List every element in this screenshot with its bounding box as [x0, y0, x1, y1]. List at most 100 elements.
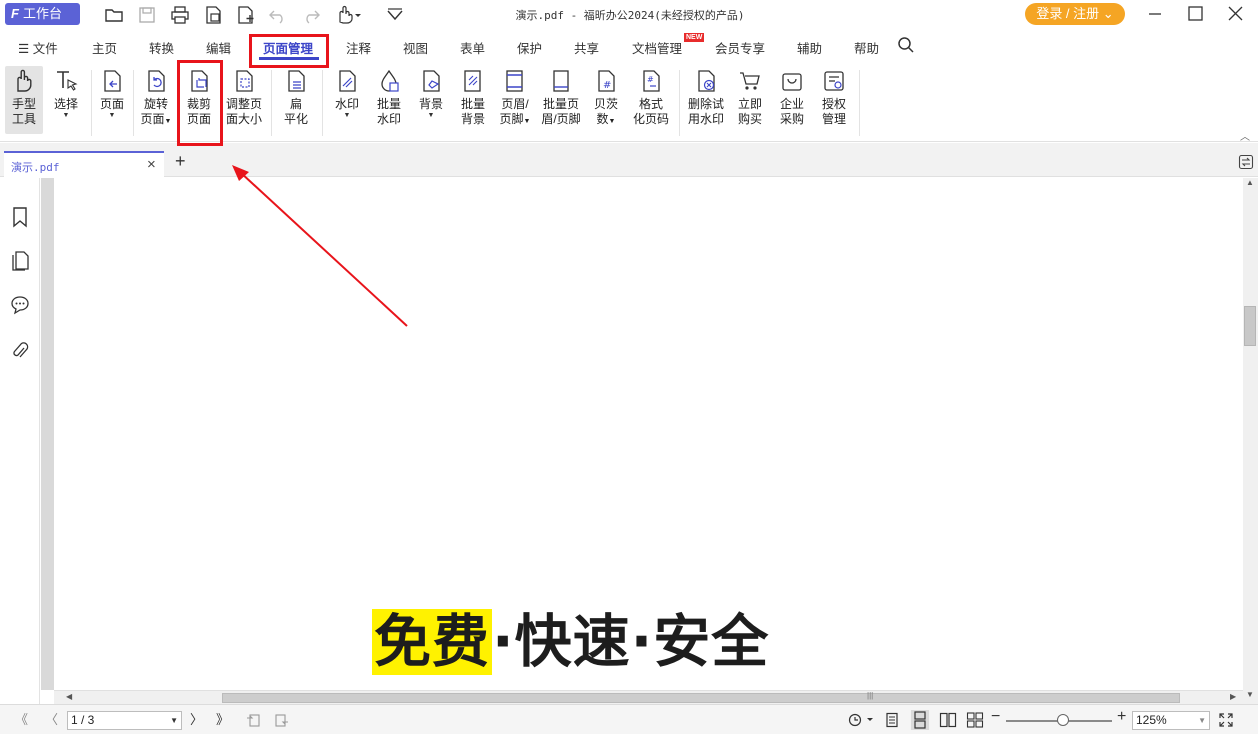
fullscreen-icon[interactable]: [1218, 712, 1234, 728]
license-management-button[interactable]: 授权 管理: [818, 68, 850, 127]
tab-form[interactable]: 表单: [460, 38, 485, 57]
remove-trial-label-2: 用水印: [687, 112, 724, 126]
format-page-numbers-label-2: 化页码: [632, 112, 669, 126]
close-window-icon[interactable]: [1225, 4, 1247, 24]
watermark-button[interactable]: 水印 ▼: [331, 68, 363, 120]
search-icon[interactable]: [897, 36, 915, 54]
tab-share[interactable]: 共享: [574, 38, 599, 57]
next-page-icon[interactable]: 〉: [190, 713, 203, 727]
zoom-out-icon[interactable]: −: [991, 709, 1000, 725]
tab-comment[interactable]: 注释: [346, 38, 371, 57]
horizontal-scroll-thumb[interactable]: |||: [222, 691, 1180, 703]
license-icon: [824, 71, 844, 91]
open-folder-icon[interactable]: [103, 5, 125, 25]
foxit-logo-icon: F: [11, 6, 19, 21]
rotate-page-button[interactable]: 旋转 页面▼: [138, 68, 174, 129]
last-page-icon[interactable]: 》: [216, 713, 229, 727]
first-page-icon[interactable]: 《: [15, 713, 28, 727]
next-view-icon[interactable]: [272, 712, 290, 728]
attachment-icon[interactable]: [10, 340, 30, 362]
vertical-scroll-thumb[interactable]: [1244, 306, 1256, 346]
tab-view[interactable]: 视图: [403, 38, 428, 57]
continuous-facing-view-icon[interactable]: [966, 712, 984, 728]
tab-protect[interactable]: 保护: [517, 38, 542, 57]
collapse-ribbon-icon[interactable]: ︿: [1240, 128, 1250, 143]
comments-icon[interactable]: [10, 294, 30, 316]
new-document-icon[interactable]: [234, 5, 256, 25]
customize-toolbar-icon[interactable]: [384, 5, 406, 25]
header-footer-icon: [506, 70, 523, 92]
vertical-scrollbar[interactable]: ▲ ▼: [1243, 178, 1258, 704]
tab-document-management[interactable]: 文档管理: [632, 38, 682, 57]
close-tab-icon[interactable]: ×: [147, 156, 156, 173]
batch-watermark-button[interactable]: 批量 水印: [373, 68, 405, 127]
scroll-up-icon[interactable]: ▲: [1246, 178, 1254, 187]
batch-background-button[interactable]: 批量 背景: [457, 68, 489, 127]
tab-help[interactable]: 帮助: [854, 38, 879, 57]
scroll-left-icon[interactable]: ◀: [66, 692, 72, 701]
tab-member-exclusive[interactable]: 会员专享: [715, 38, 765, 57]
tab-home[interactable]: 主页: [92, 38, 117, 57]
hand-mode-dropdown-icon[interactable]: [334, 5, 362, 25]
maximize-icon[interactable]: [1185, 4, 1207, 24]
batch-header-footer-label-1: 批量页: [542, 97, 579, 111]
format-page-numbers-button[interactable]: # 格式 化页码: [631, 68, 671, 127]
zoom-in-icon[interactable]: +: [1117, 709, 1126, 725]
flatten-icon: [288, 70, 305, 92]
save-icon[interactable]: [136, 5, 158, 25]
reading-mode-icon[interactable]: [847, 712, 875, 728]
pdf-page: 免费·快速·安全: [54, 178, 1243, 690]
header-footer-label-2: 页脚▼: [499, 112, 531, 126]
hand-icon: [17, 69, 32, 92]
enterprise-purchase-button[interactable]: 企业 采购: [776, 68, 808, 127]
enterprise-purchase-label-2: 采购: [779, 112, 804, 126]
bates-numbering-button[interactable]: # 贝茨 数▼: [591, 68, 621, 129]
background-button[interactable]: 背景 ▼: [415, 68, 447, 120]
document-viewport[interactable]: 免费·快速·安全: [41, 178, 1243, 690]
flatten-button[interactable]: 扁 平化: [280, 68, 312, 127]
single-page-view-icon[interactable]: [884, 712, 900, 728]
add-tab-icon[interactable]: +: [175, 152, 186, 170]
hand-tool-button[interactable]: 手型 工具: [5, 66, 43, 134]
undo-icon[interactable]: [267, 5, 289, 25]
resize-page-button[interactable]: 调整页 面大小: [222, 68, 266, 127]
zoom-level-input[interactable]: 125% ▼: [1132, 711, 1210, 730]
scroll-down-icon[interactable]: ▼: [1246, 690, 1254, 699]
batch-watermark-label-1: 批量: [376, 97, 401, 111]
facing-view-icon[interactable]: [939, 712, 957, 728]
hamburger-icon: ☰: [18, 42, 30, 56]
remove-trial-watermark-button[interactable]: 删除试 用水印: [686, 68, 726, 127]
page-number-input[interactable]: 1 / 3 ▼: [67, 711, 182, 730]
page-button[interactable]: 页面 ▼: [97, 68, 127, 120]
horizontal-scrollbar[interactable]: ◀ ||| ▶: [54, 690, 1243, 704]
login-register-button[interactable]: 登录 / 注册 ⌄: [1025, 3, 1125, 25]
ribbon-separator: [859, 70, 860, 136]
scroll-right-icon[interactable]: ▶: [1230, 692, 1236, 701]
workbench-button[interactable]: F 工作台: [5, 3, 80, 25]
batch-header-footer-button[interactable]: 批量页 眉/页脚: [540, 68, 582, 127]
tab-accessibility[interactable]: 辅助: [797, 38, 822, 57]
previous-view-icon[interactable]: [245, 712, 263, 728]
document-tab[interactable]: 演示.pdf ×: [4, 151, 164, 177]
slogan-rest: ·快速·安全: [492, 609, 770, 675]
print-icon[interactable]: [169, 5, 191, 25]
continuous-view-icon[interactable]: [911, 710, 929, 730]
buy-now-button[interactable]: 立即 购买: [734, 68, 766, 127]
file-menu-label: 文件: [32, 42, 58, 56]
previous-page-icon[interactable]: 〈: [45, 713, 58, 727]
scan-icon[interactable]: [202, 5, 224, 25]
redo-icon[interactable]: [300, 5, 322, 25]
zoom-slider-knob[interactable]: [1057, 714, 1069, 726]
bookmark-icon[interactable]: [10, 206, 30, 228]
select-button[interactable]: 选择 ▼: [50, 68, 82, 120]
menu-bar: ☰ 文件 主页 转换 编辑 页面管理 注释 视图 表单 保护 共享 文档管理 会…: [0, 30, 1258, 62]
tab-edit[interactable]: 编辑: [206, 38, 231, 57]
flatten-label-1: 扁: [289, 97, 302, 111]
minimize-icon[interactable]: [1144, 4, 1166, 24]
file-menu[interactable]: ☰ 文件: [18, 38, 58, 57]
pages-thumbnail-icon[interactable]: [10, 250, 30, 272]
tab-list-icon[interactable]: [1238, 154, 1254, 170]
header-footer-label-1: 页眉/: [501, 97, 529, 111]
tab-convert[interactable]: 转换: [149, 38, 174, 57]
header-footer-button[interactable]: 页眉/ 页脚▼: [496, 68, 534, 129]
